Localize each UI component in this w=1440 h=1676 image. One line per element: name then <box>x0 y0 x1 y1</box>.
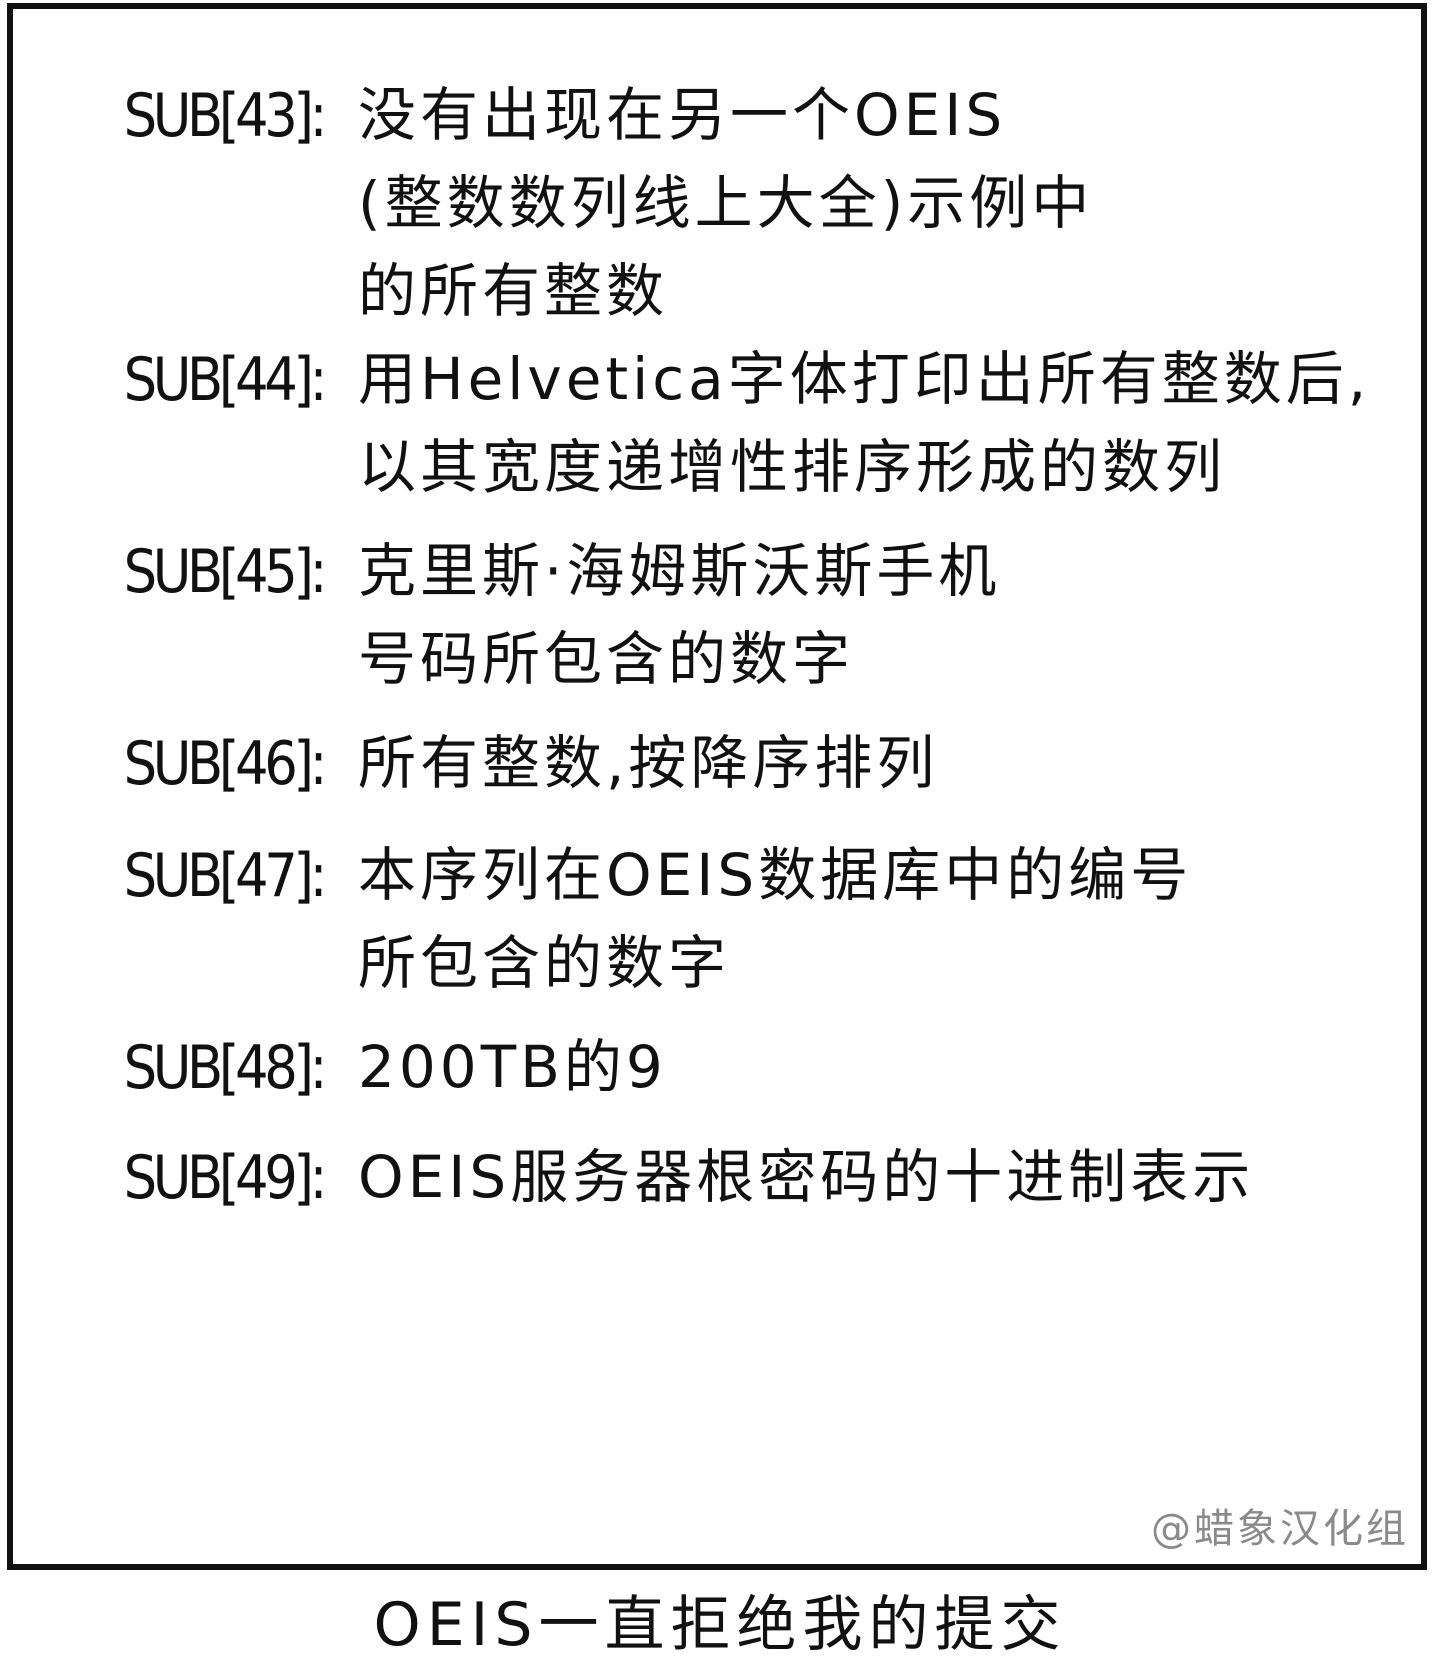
submission-text-line: 用Helvetica字体打印出所有整数后, <box>358 345 1371 413</box>
submission-text-line: 号码所包含的数字 <box>358 625 855 693</box>
submission-label: SUB[46]: <box>123 729 328 799</box>
submission-text-line: 所有整数,按降序排列 <box>358 729 939 797</box>
submission-text-line: (整数数列线上大全)示例中 <box>358 169 1094 237</box>
submission-text: 200TB的9 <box>358 1023 1418 1111</box>
submission-text-line: 没有出现在另一个OEIS <box>358 81 1007 149</box>
comic-panel: SUB[43]: 没有出现在另一个OEIS (整数数列线上大全)示例中 的所有整… <box>7 3 1427 1570</box>
submission-text: 本序列在OEIS数据库中的编号 所包含的数字 <box>358 831 1418 1007</box>
submission-text-line: OEIS服务器根密码的十进制表示 <box>358 1143 1255 1211</box>
submission-text-line: 本序列在OEIS数据库中的编号 <box>358 841 1193 909</box>
submission-text: 克里斯·海姆斯沃斯手机 号码所包含的数字 <box>358 527 1418 703</box>
submission-text: 用Helvetica字体打印出所有整数后, 以其宽度递增性排序形成的数列 <box>358 335 1418 511</box>
submission-label: SUB[49]: <box>123 1143 328 1213</box>
submission-text: OEIS服务器根密码的十进制表示 <box>358 1133 1418 1221</box>
submission-label: SUB[48]: <box>123 1033 328 1103</box>
submission-text-line: 克里斯·海姆斯沃斯手机 <box>358 537 1001 605</box>
submission-text-line: 以其宽度递增性排序形成的数列 <box>358 433 1227 501</box>
submission-text: 所有整数,按降序排列 <box>358 719 1418 807</box>
submission-text-line: 200TB的9 <box>358 1033 667 1101</box>
submission-text-line: 的所有整数 <box>358 257 669 325</box>
submission-label: SUB[43]: <box>123 81 328 151</box>
submission-text-line: 所包含的数字 <box>358 929 731 997</box>
submission-text: 没有出现在另一个OEIS (整数数列线上大全)示例中 的所有整数 <box>358 71 1418 335</box>
submission-label: SUB[47]: <box>123 841 328 911</box>
submission-label: SUB[44]: <box>123 345 328 415</box>
submission-label: SUB[45]: <box>123 537 328 607</box>
comic-caption: OEIS一直拒绝我的提交 <box>373 1590 1067 1660</box>
translator-watermark: @蜡象汉化组 <box>1151 1506 1409 1552</box>
